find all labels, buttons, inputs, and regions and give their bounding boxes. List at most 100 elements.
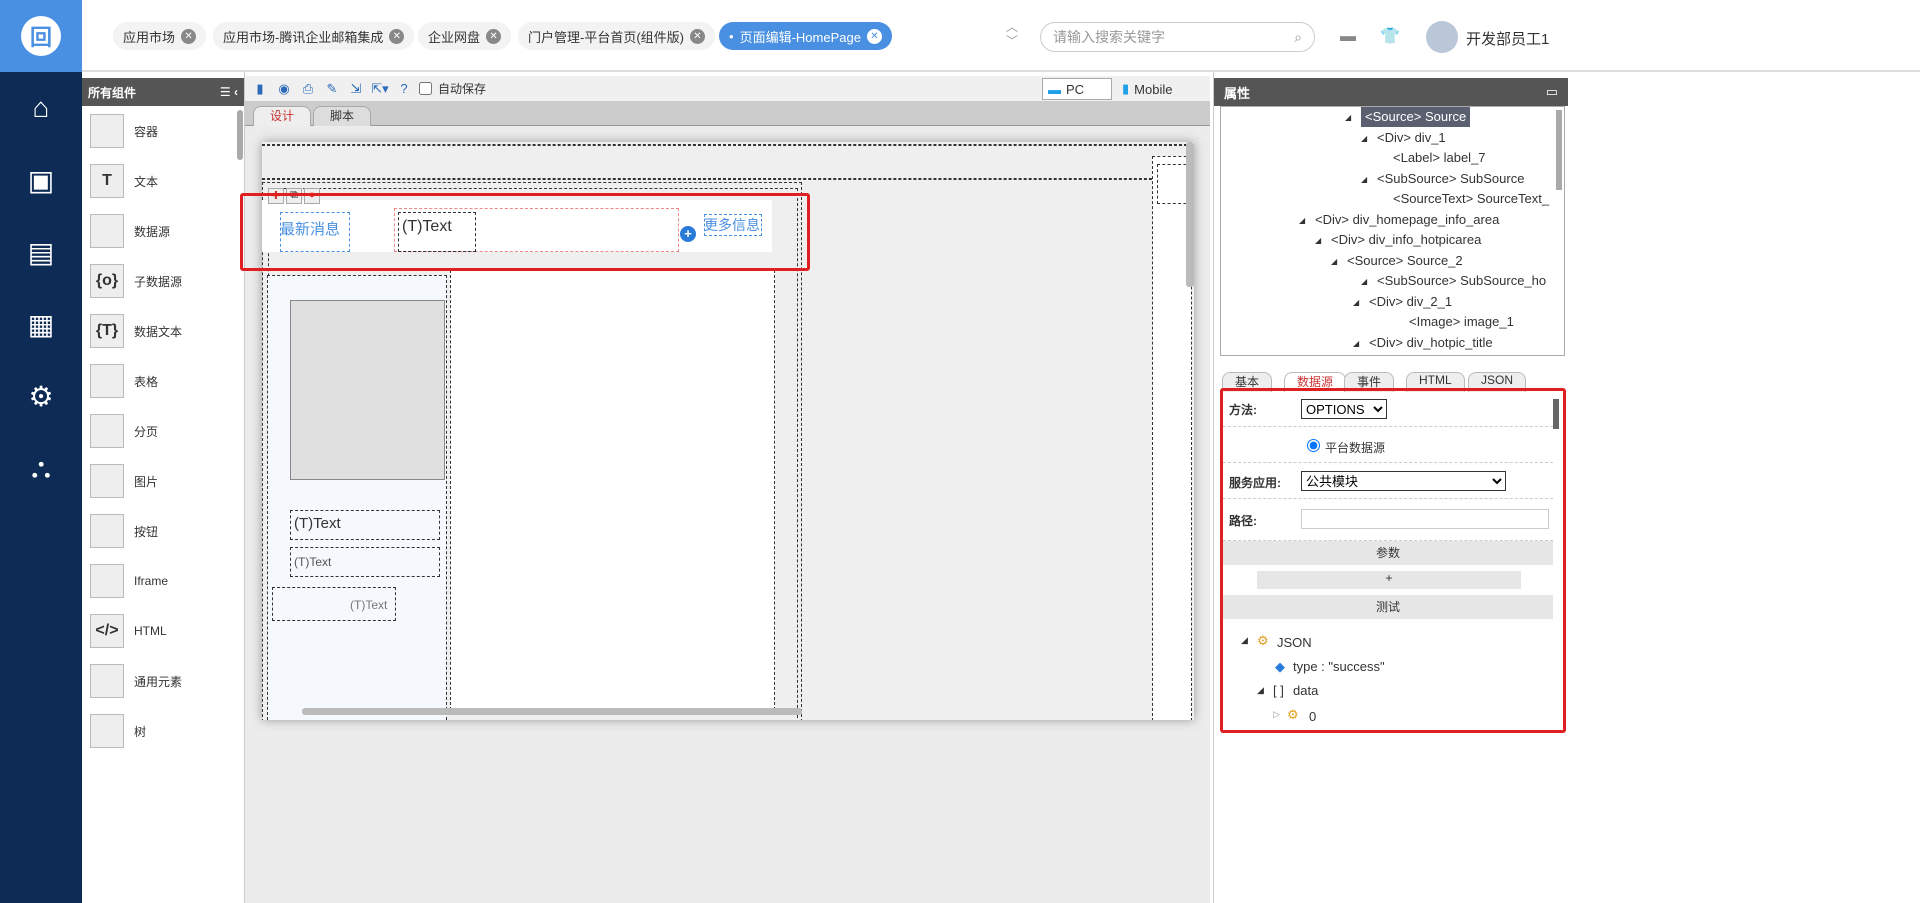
autosave-checkbox[interactable] xyxy=(419,82,432,95)
params-section: 参数 xyxy=(1223,541,1553,565)
user-name[interactable]: 开发部员工1 xyxy=(1466,28,1549,49)
add-param-button[interactable]: + xyxy=(1257,571,1521,589)
expand-icon[interactable]: ◢ xyxy=(1315,231,1321,251)
json-object-icon: ⚙ xyxy=(1257,633,1269,648)
page-icon xyxy=(90,414,124,448)
menu-collapse-icon[interactable]: ☰ ‹ xyxy=(220,85,238,99)
tab-scroll-arrows[interactable]: ︿ ﹀ xyxy=(1006,20,1018,48)
search-icon[interactable]: ⌕ xyxy=(1294,29,1302,46)
tree-node[interactable]: <Source> Source xyxy=(1361,107,1471,127)
tab-script[interactable]: 脚本 xyxy=(313,106,372,126)
close-icon[interactable]: ✕ xyxy=(690,28,705,44)
minimize-icon[interactable]: ▭ xyxy=(1546,84,1558,100)
ds-scrollbar[interactable] xyxy=(1553,399,1559,429)
component-7[interactable]: 图片 xyxy=(82,456,244,506)
expand-icon[interactable]: ◢ xyxy=(1345,108,1351,128)
component-2[interactable]: 数据源 xyxy=(82,206,244,256)
scrollbar[interactable] xyxy=(237,110,243,160)
text-element[interactable]: (T)Text xyxy=(294,555,331,569)
component-3[interactable]: {o} 子数据源 xyxy=(82,256,244,306)
platform-datasource-radio[interactable] xyxy=(1307,439,1320,452)
expand-icon[interactable]: ◢ xyxy=(1361,129,1367,149)
component-1[interactable]: T 文本 xyxy=(82,156,244,206)
calendar-icon[interactable]: ▦ xyxy=(0,288,82,360)
tree-node[interactable]: <Div> div_2_1 xyxy=(1369,292,1452,312)
device-pc-button[interactable]: ▬ PC xyxy=(1042,78,1112,100)
tab-app-market[interactable]: 应用市场 ✕ xyxy=(113,22,207,50)
json-index[interactable]: 0 xyxy=(1309,709,1316,724)
tree-node[interactable]: <Div> div_info_hotpicarea xyxy=(1331,230,1481,250)
message-icon[interactable]: ▬ xyxy=(1340,28,1356,46)
tab-tencent-mail[interactable]: 应用市场-腾讯企业邮箱集成 ✕ xyxy=(213,22,415,50)
json-data[interactable]: data xyxy=(1293,683,1318,698)
component-0[interactable]: 容器 xyxy=(82,106,244,156)
iframe-icon xyxy=(90,564,124,598)
path-input[interactable] xyxy=(1301,509,1549,529)
tab-design[interactable]: 设计 xyxy=(253,106,312,126)
properties-title: 属性 xyxy=(1224,85,1251,101)
component-4[interactable]: {T} 数据文本 xyxy=(82,306,244,356)
tree-node[interactable]: <SourceText> SourceText_ xyxy=(1393,189,1549,209)
close-icon[interactable]: ✕ xyxy=(181,28,197,44)
save-icon[interactable]: ▮ xyxy=(251,80,269,98)
close-icon[interactable]: ✕ xyxy=(389,28,405,44)
method-select[interactable]: OPTIONS xyxy=(1301,399,1387,419)
tree-node[interactable]: <Label> label_7 xyxy=(1393,148,1486,168)
avatar[interactable] xyxy=(1426,21,1458,53)
component-label: 通用元素 xyxy=(134,674,183,689)
component-12[interactable]: 树 xyxy=(82,706,244,756)
json-type[interactable]: type : "success" xyxy=(1293,659,1385,674)
tree-node[interactable]: <Source> Source_2 xyxy=(1347,251,1463,271)
help-icon[interactable]: ? xyxy=(395,80,413,98)
tree-node[interactable]: <Div> div_homepage_info_area xyxy=(1315,210,1499,230)
app-logo[interactable]: 回 xyxy=(0,0,82,72)
news-icon[interactable]: ▤ xyxy=(0,216,82,288)
skin-icon[interactable]: 👕 xyxy=(1380,26,1400,46)
close-icon[interactable]: ✕ xyxy=(486,28,502,44)
text-element[interactable]: (T)Text xyxy=(350,598,387,612)
user-settings-icon[interactable]: ⚙ xyxy=(0,360,82,432)
tree-node[interactable]: <SubSource> SubSource_ho xyxy=(1377,271,1546,291)
vertical-scrollbar[interactable] xyxy=(1186,142,1194,287)
expand-icon[interactable]: ◢ xyxy=(1299,211,1305,231)
preview-icon[interactable]: ◉ xyxy=(275,80,293,98)
tree-scrollbar[interactable] xyxy=(1556,110,1562,190)
tree-node[interactable]: <SubSource> SubSource xyxy=(1377,169,1524,189)
service-select[interactable]: 公共模块 xyxy=(1301,471,1506,491)
text-element[interactable]: (T)Text xyxy=(294,515,341,532)
component-6[interactable]: 分页 xyxy=(82,406,244,456)
import-icon[interactable]: ⇲ xyxy=(347,80,365,98)
expand-icon[interactable]: ◢ xyxy=(1361,170,1367,190)
component-10[interactable]: </> HTML xyxy=(82,606,244,656)
component-8[interactable]: 按钮 xyxy=(82,506,244,556)
export-icon[interactable]: ⇱▾ xyxy=(371,80,389,98)
expand-icon[interactable]: ◢ xyxy=(1353,334,1359,354)
image-placeholder[interactable] xyxy=(290,300,445,480)
expand-icon[interactable]: ◢ xyxy=(1331,252,1337,272)
home-icon[interactable]: ⌂ xyxy=(0,72,82,144)
device-mobile-button[interactable]: ▮ Mobile xyxy=(1122,78,1172,100)
component-glyph-icon: {T} xyxy=(90,314,124,348)
component-label: HTML xyxy=(134,624,167,638)
print-icon[interactable]: ⎙ xyxy=(299,80,317,98)
search-input[interactable]: 请输入搜索关键字 ⌕ xyxy=(1040,22,1315,52)
expand-icon[interactable]: ◢ xyxy=(1361,272,1367,292)
method-label: 方法: xyxy=(1229,403,1257,417)
monitor-user-icon[interactable]: ▣ xyxy=(0,144,82,216)
tab-page-edit[interactable]: • 页面编辑-HomePage ✕ xyxy=(719,22,892,50)
close-icon[interactable]: ✕ xyxy=(866,28,882,44)
component-11[interactable]: 通用元素 xyxy=(82,656,244,706)
expand-icon[interactable]: ◢ xyxy=(1353,293,1359,313)
magic-wand-icon[interactable]: ✎ xyxy=(323,80,341,98)
tree-node[interactable]: <Image> image_1 xyxy=(1409,312,1514,332)
component-5[interactable]: 表格 xyxy=(82,356,244,406)
tab-netdisk[interactable]: 企业网盘 ✕ xyxy=(418,22,512,50)
components-title: 所有组件 xyxy=(88,85,137,100)
tree-node[interactable]: <Div> div_1 xyxy=(1377,128,1446,148)
component-9[interactable]: Iframe xyxy=(82,556,244,606)
org-chart-icon[interactable]: ⛬ xyxy=(0,432,82,504)
horizontal-scrollbar[interactable] xyxy=(302,708,802,715)
tree-node[interactable]: <Div> div_hotpic_title xyxy=(1369,333,1493,353)
tab-portal[interactable]: 门户管理-平台首页(组件版) ✕ xyxy=(518,22,715,50)
json-root[interactable]: JSON xyxy=(1277,635,1312,650)
